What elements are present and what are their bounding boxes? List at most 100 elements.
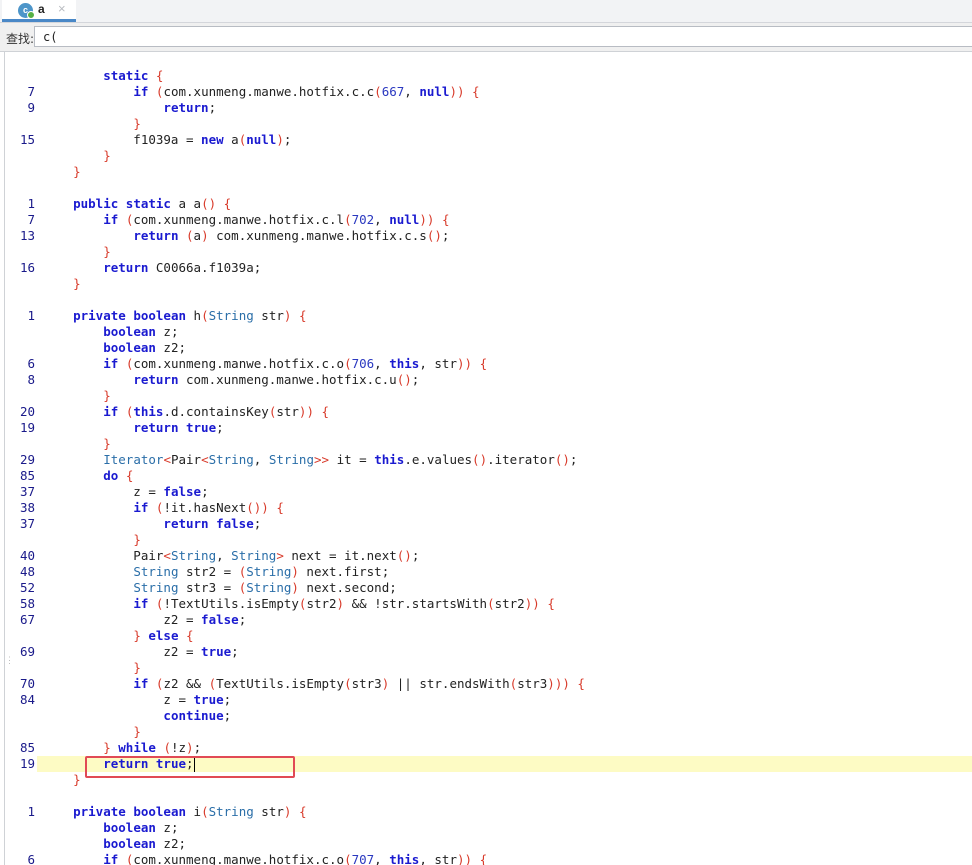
code-line[interactable]: 37 z = false; (5, 484, 972, 500)
code-line[interactable]: 84 z = true; (5, 692, 972, 708)
code-line[interactable]: 38 if (!it.hasNext()) { (5, 500, 972, 516)
line-number: 1 (27, 196, 35, 211)
code-text: boolean z2; (103, 836, 187, 851)
code-editor[interactable]: ⋮ static {7 if (com.xunmeng.manwe.hotfix… (4, 52, 972, 865)
code-text: } (73, 276, 81, 291)
code-text: z2 = false; (43, 612, 247, 627)
code-line[interactable]: 6 if (com.xunmeng.manwe.hotfix.c.o(706, … (5, 356, 972, 372)
code-text: } else { (133, 628, 194, 643)
code-line[interactable]: } (5, 724, 972, 740)
code-line[interactable]: 1 private boolean i(String str) { (5, 804, 972, 820)
code-text: public static a a() { (73, 196, 232, 211)
class-badge-icon (27, 11, 35, 19)
code-line[interactable]: 20 if (this.d.containsKey(str)) { (5, 404, 972, 420)
code-text: if (com.xunmeng.manwe.hotfix.c.l(702, nu… (103, 212, 450, 227)
code-text: z2 = true; (43, 644, 239, 659)
line-number: 6 (27, 852, 35, 865)
code-line[interactable]: 7 if (com.xunmeng.manwe.hotfix.c.l(702, … (5, 212, 972, 228)
code-line[interactable] (5, 52, 972, 68)
code-text: if (!it.hasNext()) { (133, 500, 284, 515)
code-text: if (com.xunmeng.manwe.hotfix.c.c(667, nu… (133, 84, 480, 99)
code-line[interactable]: } (5, 532, 972, 548)
find-label: 查找: (6, 32, 35, 46)
code-line[interactable]: 13 return (a) com.xunmeng.manwe.hotfix.c… (5, 228, 972, 244)
code-text: } (133, 116, 141, 131)
code-line[interactable]: 7 if (com.xunmeng.manwe.hotfix.c.c(667, … (5, 84, 972, 100)
code-line[interactable]: 70 if (z2 && (TextUtils.isEmpty(str3) ||… (5, 676, 972, 692)
code-line[interactable]: 58 if (!TextUtils.isEmpty(str2) && !str.… (5, 596, 972, 612)
line-number: 20 (19, 404, 35, 419)
code-line[interactable]: 40 Pair<String, String> next = it.next()… (5, 548, 972, 564)
code-line[interactable]: 48 String str2 = (String) next.first; (5, 564, 972, 580)
code-line[interactable]: 9 return; (5, 100, 972, 116)
code-line[interactable]: } (5, 116, 972, 132)
code-text: private boolean h(String str) { (73, 308, 307, 323)
code-line[interactable]: boolean z; (5, 324, 972, 340)
code-line[interactable]: 1 private boolean h(String str) { (5, 308, 972, 324)
line-number: 69 (19, 644, 35, 659)
code-line[interactable]: } (5, 164, 972, 180)
line-number: 1 (27, 804, 35, 819)
code-line[interactable]: static { (5, 68, 972, 84)
code-text: if (this.d.containsKey(str)) { (103, 404, 330, 419)
code-line[interactable]: 85 } while (!z); (5, 740, 972, 756)
code-line[interactable]: 1 public static a a() { (5, 196, 972, 212)
line-number: 67 (19, 612, 35, 627)
line-number: 19 (19, 420, 35, 435)
code-text: z = false; (43, 484, 209, 499)
code-line[interactable]: } (5, 276, 972, 292)
line-number: 48 (19, 564, 35, 579)
code-line[interactable]: 29 Iterator<Pair<String, String>> it = t… (5, 452, 972, 468)
close-icon[interactable]: × (58, 1, 66, 16)
code-line[interactable]: } (5, 436, 972, 452)
code-text: if (com.xunmeng.manwe.hotfix.c.o(706, th… (103, 356, 488, 371)
code-text: boolean z2; (103, 340, 187, 355)
line-number: 85 (19, 740, 35, 755)
code-line[interactable]: } (5, 244, 972, 260)
line-number: 37 (19, 516, 35, 531)
code-line[interactable]: 67 z2 = false; (5, 612, 972, 628)
tab-a[interactable]: c a × (2, 0, 76, 22)
code-line[interactable]: 6 if (com.xunmeng.manwe.hotfix.c.o(707, … (5, 852, 972, 865)
code-line[interactable]: 37 return false; (5, 516, 972, 532)
code-line[interactable]: } (5, 388, 972, 404)
line-number: 6 (27, 356, 35, 371)
find-input[interactable] (34, 26, 972, 47)
code-text: } (133, 532, 141, 547)
code-line[interactable]: 15 f1039a = new a(null); (5, 132, 972, 148)
editor-tab-bar: c a × (0, 0, 972, 23)
code-text: return com.xunmeng.manwe.hotfix.c.u(); (133, 372, 420, 387)
code-line[interactable]: } else { (5, 628, 972, 644)
code-line[interactable]: 69 z2 = true; (5, 644, 972, 660)
code-text: z = true; (43, 692, 232, 707)
line-number: 13 (19, 228, 35, 243)
code-text: return (a) com.xunmeng.manwe.hotfix.c.s(… (133, 228, 450, 243)
code-line[interactable]: 8 return com.xunmeng.manwe.hotfix.c.u(); (5, 372, 972, 388)
code-text: Iterator<Pair<String, String>> it = this… (103, 452, 578, 467)
line-number: 37 (19, 484, 35, 499)
code-line[interactable]: boolean z2; (5, 340, 972, 356)
line-number: 52 (19, 580, 35, 595)
code-text: boolean z; (103, 820, 179, 835)
code-line[interactable] (5, 180, 972, 196)
code-text: } (73, 772, 81, 787)
code-line[interactable]: 85 do { (5, 468, 972, 484)
code-text: private boolean i(String str) { (73, 804, 307, 819)
tab-label: a (38, 2, 45, 16)
code-line[interactable]: 52 String str3 = (String) next.second; (5, 580, 972, 596)
code-line[interactable]: 16 return C0066a.f1039a; (5, 260, 972, 276)
code-line[interactable]: boolean z2; (5, 836, 972, 852)
code-line[interactable]: continue; (5, 708, 972, 724)
line-number: 1 (27, 308, 35, 323)
code-line[interactable]: } (5, 148, 972, 164)
code-text: return; (163, 100, 217, 115)
code-line[interactable]: } (5, 660, 972, 676)
code-line[interactable] (5, 292, 972, 308)
line-number: 15 (19, 132, 35, 147)
find-bar: 查找: (0, 23, 972, 52)
code-line[interactable] (5, 788, 972, 804)
code-text: } (73, 164, 81, 179)
code-line[interactable]: boolean z; (5, 820, 972, 836)
code-line[interactable]: 19 return true; (5, 420, 972, 436)
code-text: if (com.xunmeng.manwe.hotfix.c.o(707, th… (103, 852, 488, 865)
